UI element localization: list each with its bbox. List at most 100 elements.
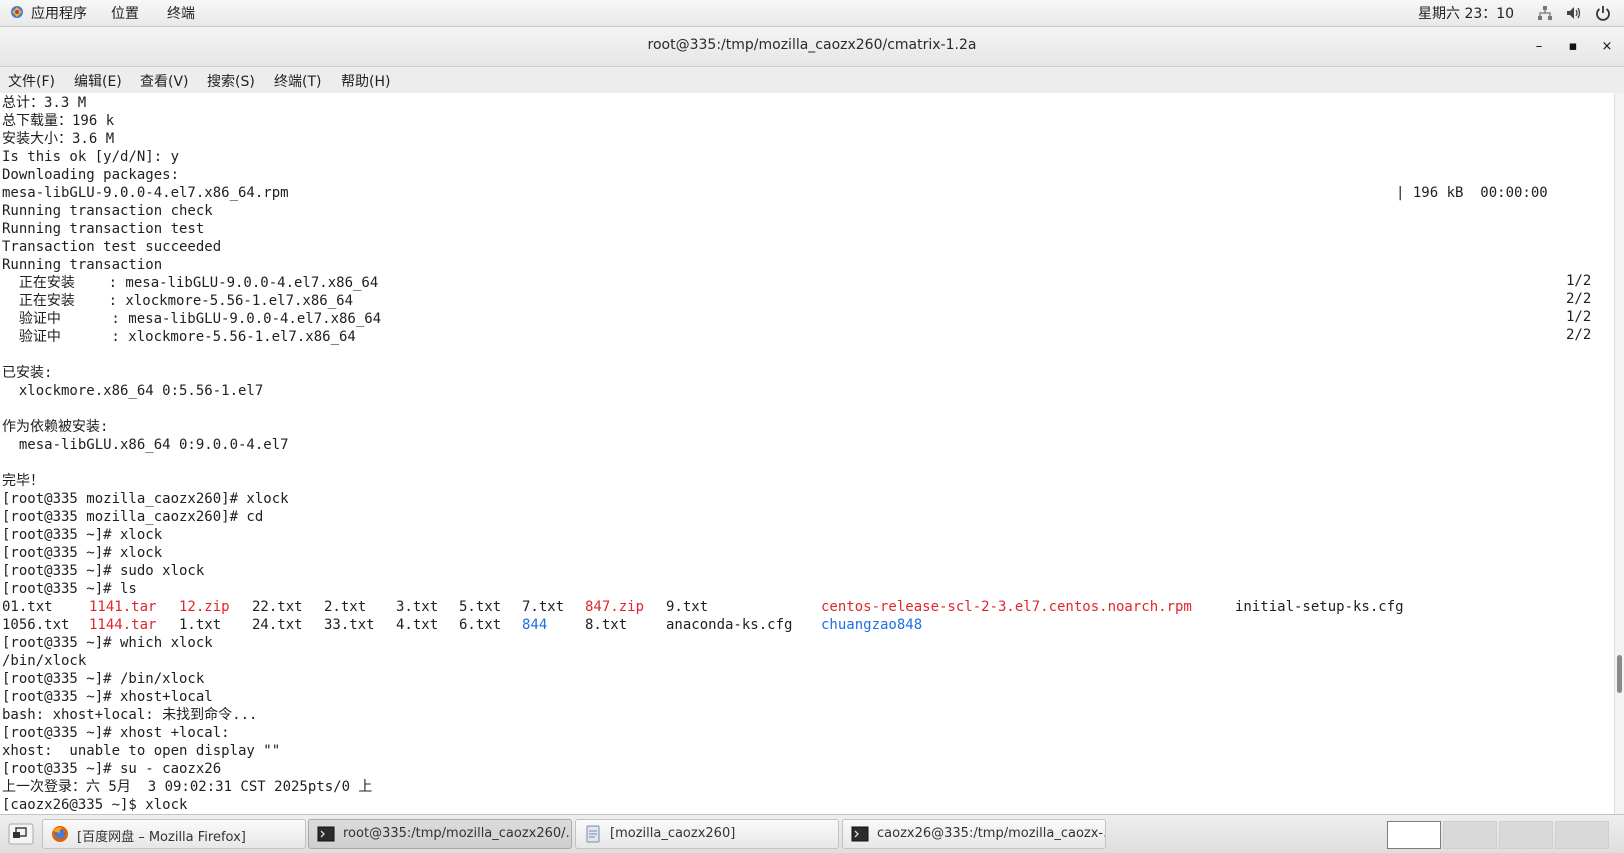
ls-entry: 2.txt bbox=[324, 599, 367, 615]
terminal-scrollbar[interactable] bbox=[1614, 93, 1624, 814]
terminal-line: 已安装: bbox=[2, 365, 53, 381]
terminal-line: mesa-libGLU.x86_64 0:9.0.0-4.el7 bbox=[2, 437, 289, 453]
menu-file[interactable]: 文件(F) bbox=[8, 71, 55, 91]
ls-entry: 1056.txt bbox=[2, 617, 70, 633]
terminal-line: 完毕！ bbox=[2, 473, 44, 489]
menu-edit[interactable]: 编辑(E) bbox=[74, 71, 122, 91]
workspace-3[interactable] bbox=[1499, 821, 1553, 849]
terminal-line: bash: xhost+local: 未找到命令... bbox=[2, 707, 258, 723]
terminal-icon bbox=[851, 826, 869, 842]
terminal-line: [root@335 ~]# ls bbox=[2, 581, 137, 597]
terminal-line: [root@335 ~]# /bin/xlock bbox=[2, 671, 205, 687]
ls-entry: anaconda-ks.cfg bbox=[666, 617, 793, 633]
scrollbar-thumb[interactable] bbox=[1617, 655, 1622, 693]
taskbar-user-terminal[interactable]: caozx26@335:/tmp/mozilla_caozx-… bbox=[842, 819, 1106, 849]
terminal-line: xhost: unable to open display "" bbox=[2, 743, 281, 759]
terminal-line: 验证中 : xlockmore-5.56-1.el7.x86_64 bbox=[2, 329, 356, 345]
taskbar-file-manager[interactable]: [mozilla_caozx260] bbox=[575, 819, 839, 849]
terminal-line: [root@335 ~]# xhost+local bbox=[2, 689, 213, 705]
transaction-count: 1/2 bbox=[1566, 309, 1592, 325]
terminal-line: xlockmore.x86_64 0:5.56-1.el7 bbox=[2, 383, 264, 399]
ls-entry: centos-release-scl-2-3.el7.centos.noarch… bbox=[821, 599, 1192, 615]
terminal-line: Running transaction test bbox=[2, 221, 205, 237]
volume-icon[interactable] bbox=[1565, 4, 1583, 22]
taskbar-root-terminal[interactable]: root@335:/tmp/mozilla_caozx260/… bbox=[308, 819, 572, 849]
menu-terminal[interactable]: 终端(T) bbox=[274, 71, 321, 91]
network-icon[interactable] bbox=[1536, 4, 1554, 22]
menu-help[interactable]: 帮助(H) bbox=[341, 71, 390, 91]
ls-entry: 3.txt bbox=[396, 599, 439, 615]
ls-entry: 9.txt bbox=[666, 599, 709, 615]
show-desktop-icon[interactable] bbox=[8, 823, 34, 845]
terminal-app-menu[interactable]: 终端 bbox=[167, 3, 195, 23]
ls-entry: chuangzao848 bbox=[821, 617, 923, 633]
taskbar-file-manager-label: [mozilla_caozx260] bbox=[610, 826, 736, 841]
download-progress: | 196 kB 00:00:00 bbox=[1396, 185, 1548, 201]
taskbar-firefox-label: [百度网盘 – Mozilla Firefox] bbox=[77, 830, 246, 845]
ls-entry: 22.txt bbox=[252, 599, 303, 615]
transaction-count: 1/2 bbox=[1566, 273, 1592, 289]
terminal-line: [root@335 ~]# xlock bbox=[2, 527, 163, 543]
apps-menu-icon[interactable] bbox=[9, 4, 25, 20]
terminal-line: mesa-libGLU-9.0.0-4.el7.x86_64.rpm bbox=[2, 185, 289, 201]
ls-entry: 1144.tar bbox=[89, 617, 157, 633]
terminal-line: [root@335 ~]# sudo xlock bbox=[2, 563, 205, 579]
ls-entry: 5.txt bbox=[459, 599, 502, 615]
ls-entry: 6.txt bbox=[459, 617, 502, 633]
taskbar-root-terminal-label: root@335:/tmp/mozilla_caozx260/… bbox=[343, 826, 572, 841]
ls-entry: 7.txt bbox=[522, 599, 565, 615]
ls-entry: initial-setup-ks.cfg bbox=[1235, 599, 1404, 615]
window-titlebar[interactable]: root@335:/tmp/mozilla_caozx260/cmatrix-1… bbox=[0, 27, 1624, 67]
terminal-line: 验证中 : mesa-libGLU-9.0.0-4.el7.x86_64 bbox=[2, 311, 382, 327]
terminal-line: 安装大小：3.6 M bbox=[2, 131, 115, 147]
firefox-icon bbox=[52, 826, 68, 842]
clock[interactable]: 星期六 23：10 bbox=[1418, 3, 1514, 23]
terminal-icon bbox=[317, 826, 335, 842]
minimize-button[interactable]: – bbox=[1529, 37, 1549, 57]
top-panel: 应用程序 位置 终端 星期六 23：10 bbox=[0, 0, 1624, 27]
menu-search[interactable]: 搜索(S) bbox=[207, 71, 255, 91]
terminal-line: [root@335 mozilla_caozx260]# xlock bbox=[2, 491, 289, 507]
bottom-taskbar: [百度网盘 – Mozilla Firefox] root@335:/tmp/m… bbox=[0, 814, 1624, 853]
file-manager-icon bbox=[586, 825, 600, 843]
ls-entry: 01.txt bbox=[2, 599, 53, 615]
terminal-line: 作为依赖被安装: bbox=[2, 419, 109, 435]
taskbar-firefox[interactable]: [百度网盘 – Mozilla Firefox] bbox=[42, 819, 306, 849]
workspace-1[interactable] bbox=[1387, 821, 1441, 849]
terminal-menubar: 文件(F) 编辑(E) 查看(V) 搜索(S) 终端(T) 帮助(H) bbox=[0, 67, 1624, 94]
terminal-line: Is this ok [y/d/N]: y bbox=[2, 149, 180, 165]
ls-entry: 1141.tar bbox=[89, 599, 157, 615]
ls-entry: 33.txt bbox=[324, 617, 375, 633]
terminal-line: /bin/xlock bbox=[2, 653, 87, 669]
workspace-4[interactable] bbox=[1555, 821, 1609, 849]
terminal-line: 上一次登录：六 5月 3 09:02:31 CST 2025pts/0 上 bbox=[2, 779, 373, 795]
transaction-count: 2/2 bbox=[1566, 327, 1592, 343]
terminal-line: Downloading packages: bbox=[2, 167, 180, 183]
ls-entry: 1.txt bbox=[179, 617, 222, 633]
terminal-line: 总计：3.3 M bbox=[2, 95, 87, 111]
places-menu[interactable]: 位置 bbox=[111, 3, 139, 23]
close-button[interactable]: × bbox=[1597, 37, 1617, 57]
terminal-line: Transaction test succeeded bbox=[2, 239, 222, 255]
workspace-2[interactable] bbox=[1443, 821, 1497, 849]
power-icon[interactable] bbox=[1594, 4, 1612, 22]
applications-menu[interactable]: 应用程序 bbox=[31, 3, 87, 23]
ls-entry: 12.zip bbox=[179, 599, 230, 615]
ls-entry: 24.txt bbox=[252, 617, 303, 633]
terminal-line: 正在安装 : mesa-libGLU-9.0.0-4.el7.x86_64 bbox=[2, 275, 379, 291]
window-title: root@335:/tmp/mozilla_caozx260/cmatrix-1… bbox=[647, 37, 977, 53]
menu-view[interactable]: 查看(V) bbox=[140, 71, 189, 91]
terminal-output[interactable]: 总计：3.3 M 总下载量：196 k 安装大小：3.6 M Is this ok [… bbox=[0, 93, 1614, 814]
maximize-button[interactable]: ▪ bbox=[1563, 37, 1583, 57]
terminal-line: [root@335 mozilla_caozx260]# cd bbox=[2, 509, 264, 525]
terminal-line: [root@335 ~]# which xlock bbox=[2, 635, 213, 651]
taskbar-user-terminal-label: caozx26@335:/tmp/mozilla_caozx-… bbox=[877, 826, 1106, 841]
ls-entry: 847.zip bbox=[585, 599, 645, 615]
terminal-line: Running transaction bbox=[2, 257, 163, 273]
terminal-line: 正在安装 : xlockmore-5.56-1.el7.x86_64 bbox=[2, 293, 354, 309]
terminal-line: Running transaction check bbox=[2, 203, 213, 219]
ls-entry: 844 bbox=[522, 617, 548, 633]
terminal-line: [root@335 ~]# xlock bbox=[2, 545, 163, 561]
transaction-count: 2/2 bbox=[1566, 291, 1592, 307]
ls-entry: 4.txt bbox=[396, 617, 439, 633]
